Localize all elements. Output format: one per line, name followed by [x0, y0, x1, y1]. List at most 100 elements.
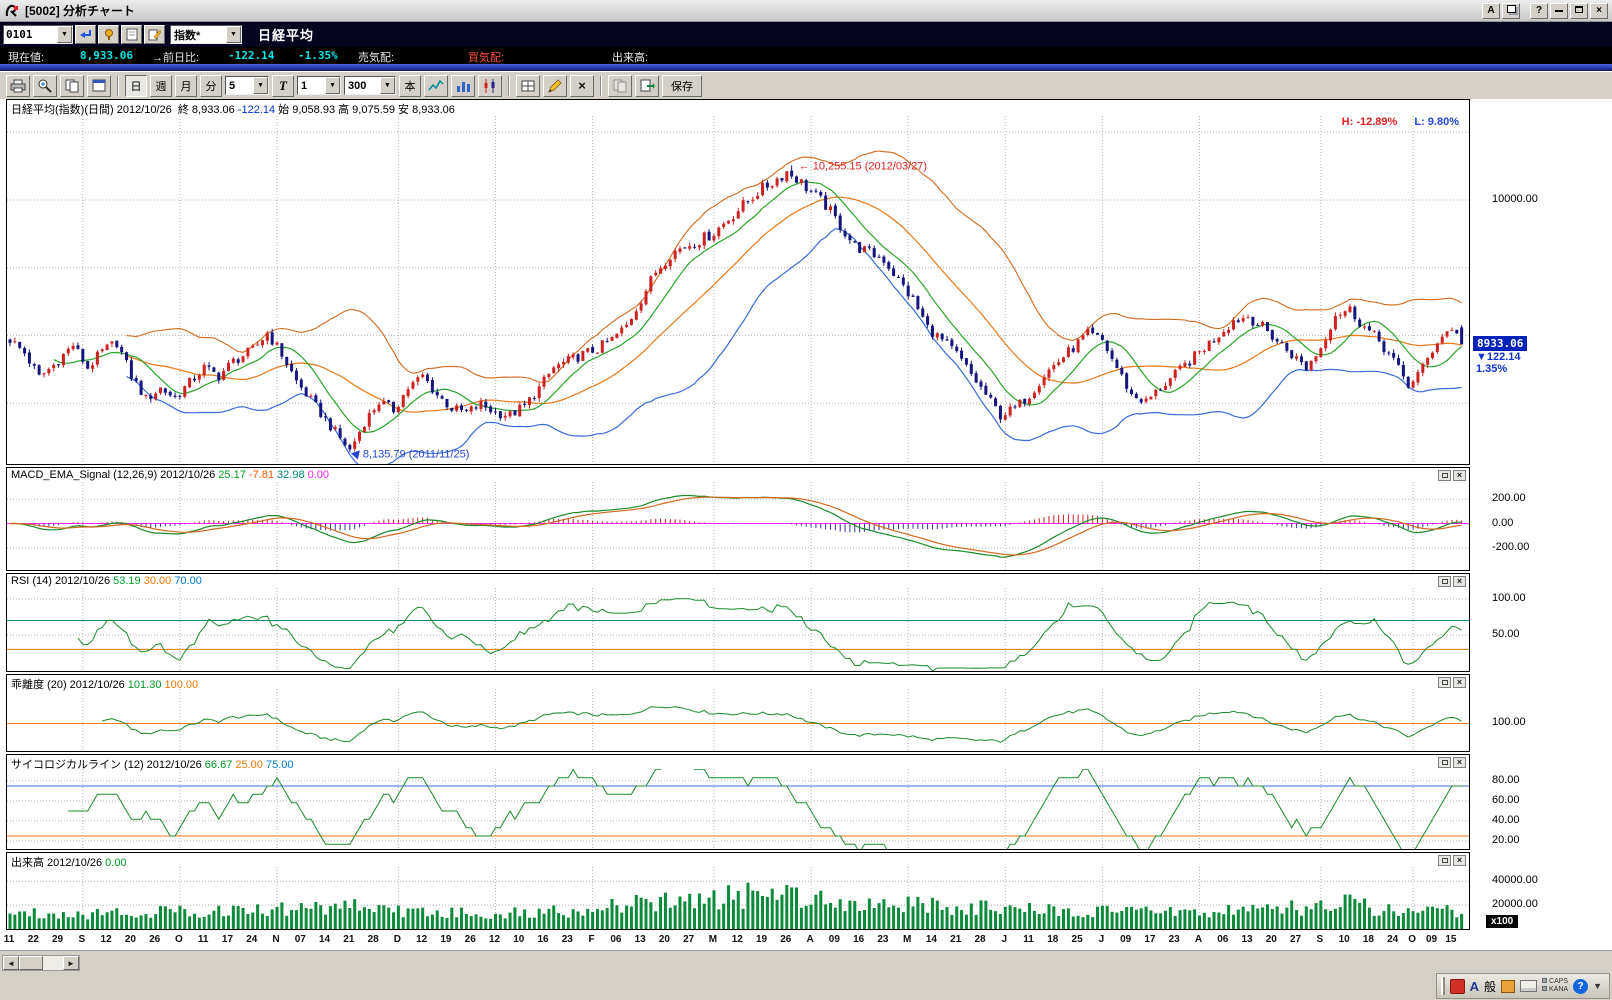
panel-close-button[interactable]: ×	[1453, 677, 1466, 688]
time-axis-label: 18	[1047, 934, 1058, 945]
price-plot[interactable]: ← 10,255.15 (2012/03/27)8,135.79 (2011/1…	[7, 116, 1469, 464]
panel-buttons: ×	[1438, 757, 1466, 768]
panel-buttons: ×	[1438, 470, 1466, 481]
combo-arrow-icon[interactable]: ▼	[57, 26, 72, 43]
save-button[interactable]: 保存	[662, 75, 702, 97]
rsi-plot[interactable]	[7, 588, 1469, 671]
bar-chart-button[interactable]	[451, 75, 475, 97]
time-axis-label: 25	[1072, 934, 1083, 945]
zoom-button[interactable]	[33, 75, 57, 97]
macd-plot[interactable]	[7, 482, 1469, 570]
psychological-panel-header: サイコロジカルライン (12) 2012/10/26 66.67 25.00 7…	[11, 756, 294, 769]
header-segment: 25.17	[218, 469, 249, 481]
panel-close-button[interactable]: ×	[1453, 576, 1466, 587]
interval-select[interactable]: 1 ▼	[297, 76, 341, 95]
window-titlebar: [5002] 分析チャート A ? ×	[0, 0, 1612, 22]
kana-label: KANA	[1549, 986, 1568, 993]
scroll-left-button[interactable]: ◄	[3, 956, 19, 970]
high-low-readout: H: -12.89% L: 9.80%	[1328, 116, 1459, 128]
minimize-button[interactable]	[1550, 3, 1568, 19]
time-axis-label: 22	[28, 934, 39, 945]
panel-restore-button[interactable]	[1438, 757, 1451, 768]
help-button[interactable]: ?	[1530, 3, 1548, 19]
submit-button[interactable]	[75, 25, 96, 44]
combo-arrow-icon[interactable]: ▼	[253, 77, 268, 94]
bottom-bar: ◄ ► A 般 CAPS KANA ? ▼	[0, 950, 1612, 1000]
time-axis-label: 11	[4, 934, 15, 945]
axis-label: 40.00	[1492, 814, 1520, 826]
window-layout-button[interactable]	[1502, 3, 1520, 19]
new-window-button[interactable]	[87, 75, 111, 97]
psychological-plot[interactable]	[7, 769, 1469, 849]
bars-unit-button[interactable]: 本	[399, 75, 421, 97]
scrollbar-track[interactable]	[43, 956, 63, 970]
input-mode-indicator[interactable]: A	[1470, 979, 1479, 994]
time-axis-label: 23	[1169, 934, 1180, 945]
panel-close-button[interactable]: ×	[1453, 470, 1466, 481]
trend-tool-button[interactable]: T	[272, 75, 294, 97]
category-select[interactable]: 指数* ▼	[170, 25, 242, 44]
copy-chart-button[interactable]	[60, 75, 84, 97]
price-chart-panel: 日経平均(指数)(日間) 2012/10/26 終 8,933.06 -122.…	[6, 99, 1470, 465]
combo-arrow-icon[interactable]: ▼	[226, 26, 241, 43]
edit-button[interactable]	[144, 25, 165, 44]
time-axis-label: 15	[1445, 934, 1456, 945]
scrollbar-thumb[interactable]	[19, 956, 43, 970]
line-chart-button[interactable]	[424, 75, 448, 97]
copy-to-clipboard-button[interactable]	[608, 75, 632, 97]
time-axis-label: 16	[537, 934, 548, 945]
horizontal-scrollbar[interactable]: ◄ ►	[2, 955, 80, 971]
time-axis-label: 10	[1339, 934, 1350, 945]
period-daily-button[interactable]: 日	[125, 75, 147, 97]
conversion-mode-indicator[interactable]: 般	[1484, 978, 1496, 995]
draw-tool-button[interactable]	[543, 75, 567, 97]
tools-icon[interactable]	[1501, 980, 1515, 993]
delete-icon: ×	[578, 80, 586, 92]
symbol-code-combo[interactable]: ▼	[3, 25, 73, 44]
font-size-button[interactable]: A	[1482, 3, 1500, 19]
maximize-button[interactable]	[1570, 3, 1588, 19]
kairi-plot[interactable]	[7, 689, 1469, 751]
time-axis-label: 24	[1387, 934, 1398, 945]
time-axis-label: 09	[1120, 934, 1131, 945]
langbar-grip[interactable]	[1441, 977, 1445, 995]
panel-restore-button[interactable]	[1438, 855, 1451, 866]
close-button[interactable]: ×	[1590, 3, 1608, 19]
header-segment: MACD_EMA_Signal (12,26,9) 2012/10/26	[11, 469, 218, 481]
delete-drawing-button[interactable]: ×	[570, 75, 594, 97]
candlestick-chart-button[interactable]	[478, 75, 502, 97]
panel-restore-button[interactable]	[1438, 576, 1451, 587]
time-axis-label: A	[806, 934, 813, 945]
print-button[interactable]	[6, 75, 30, 97]
scroll-right-button[interactable]: ►	[63, 956, 79, 970]
symbol-code-input[interactable]	[4, 26, 57, 43]
time-axis-label: 12	[101, 934, 112, 945]
combo-arrow-icon[interactable]: ▼	[380, 77, 395, 94]
ma-period-select[interactable]: 5 ▼	[225, 76, 269, 95]
page-icon	[126, 28, 138, 41]
export-button[interactable]	[635, 75, 659, 97]
grid-toggle-button[interactable]	[516, 75, 540, 97]
panel-restore-button[interactable]	[1438, 470, 1451, 481]
maximize-icon	[1575, 6, 1583, 13]
ime-icon[interactable]	[1450, 979, 1465, 994]
interval-value: 1	[298, 80, 310, 92]
help-icon[interactable]: ?	[1573, 979, 1588, 994]
memo-button[interactable]	[121, 25, 142, 44]
panel-close-button[interactable]: ×	[1453, 757, 1466, 768]
bar-count-select[interactable]: 300 ▼	[344, 76, 396, 95]
bell-icon	[102, 28, 116, 41]
period-monthly-button[interactable]: 月	[175, 75, 197, 97]
alert-button[interactable]	[98, 25, 119, 44]
keyboard-icon[interactable]	[1520, 980, 1537, 992]
last-price-readout: 8933.06 ▼122.14 1.35%	[1473, 336, 1527, 375]
period-weekly-button[interactable]: 週	[150, 75, 172, 97]
time-axis-label: D	[394, 934, 401, 945]
combo-arrow-icon[interactable]: ▼	[325, 77, 340, 94]
langbar-options-icon[interactable]: ▼	[1593, 981, 1602, 991]
period-minute-button[interactable]: 分	[200, 75, 222, 97]
panel-restore-button[interactable]	[1438, 677, 1451, 688]
printer-icon	[10, 78, 26, 94]
panel-close-button[interactable]: ×	[1453, 855, 1466, 866]
volume-plot[interactable]	[7, 867, 1469, 929]
